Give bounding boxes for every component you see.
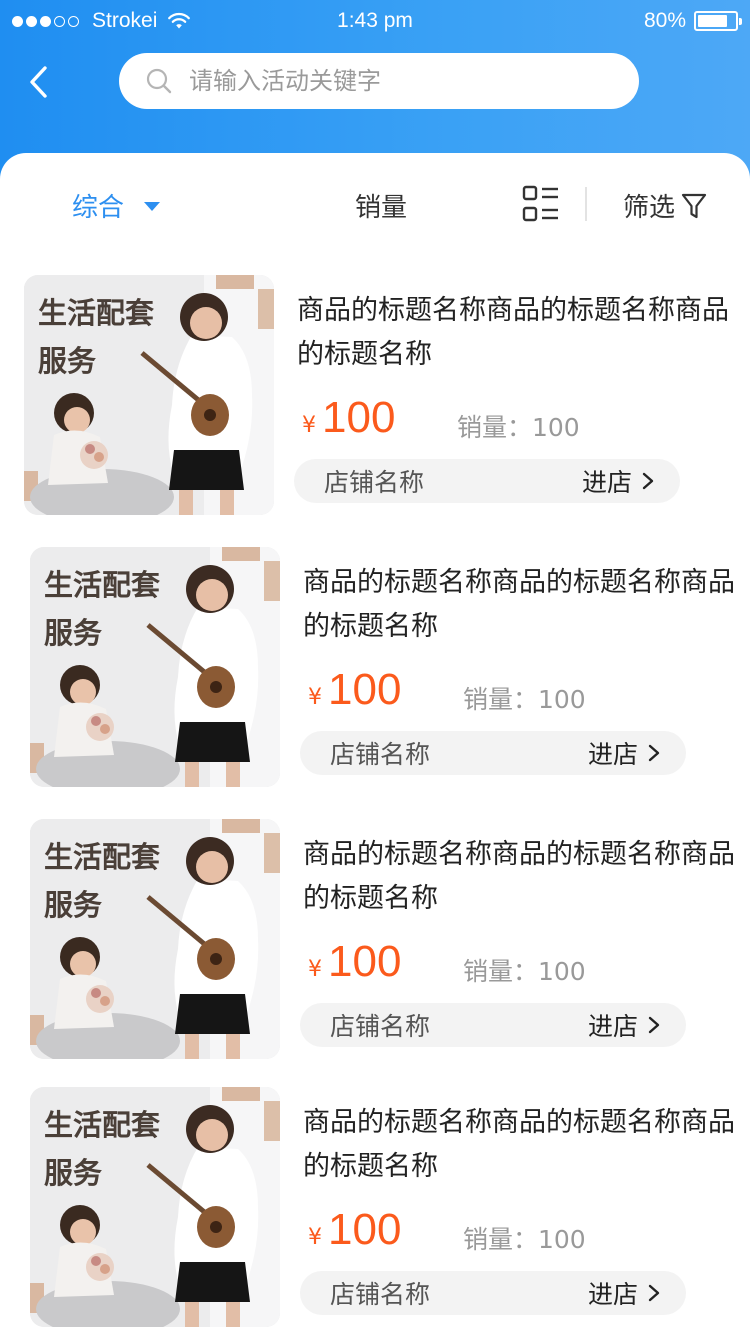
image-caption-line2: 服务 (44, 1156, 103, 1190)
enter-shop-button[interactable]: 进店 (588, 1275, 660, 1311)
filter-bar: 综合 销量 筛选 (0, 153, 750, 257)
sort-comprehensive[interactable]: 综合 (72, 187, 161, 224)
product-card[interactable]: 生活配套 服务 商品的标题名称商品的标题名称商品的标题名称 ¥ 100 销量：1… (24, 275, 744, 515)
image-caption: 生活配套 服务 (44, 1101, 160, 1197)
image-caption-line2: 服务 (44, 616, 103, 650)
product-card[interactable]: 生活配套 服务 商品的标题名称商品的标题名称商品的标题名称 ¥ 100 销量：1… (30, 1087, 750, 1327)
shop-row[interactable]: 店铺名称 进店 (300, 731, 686, 775)
shop-name: 店铺名称 (324, 468, 425, 497)
list-view-toggle-icon[interactable] (522, 185, 560, 223)
chevron-right-icon (648, 1016, 660, 1034)
product-image: 生活配套 服务 (24, 275, 274, 515)
enter-shop-label: 进店 (581, 468, 632, 497)
image-caption-line1: 生活配套 (44, 1108, 161, 1142)
sort-comprehensive-label: 综合 (72, 193, 125, 223)
product-card[interactable]: 生活配套 服务 商品的标题名称商品的标题名称商品的标题名称 ¥ 100 销量：1… (30, 819, 750, 1059)
price-amount: 100 (322, 393, 396, 442)
product-price: ¥ 100 (308, 665, 401, 715)
image-caption-line1: 生活配套 (44, 568, 161, 602)
sort-sales-label: 销量 (355, 193, 408, 223)
currency-symbol: ¥ (308, 685, 322, 710)
image-caption-line1: 生活配套 (44, 840, 161, 874)
image-caption-line2: 服务 (38, 344, 97, 378)
price-amount: 100 (328, 665, 402, 714)
enter-shop-button[interactable]: 进店 (588, 1007, 660, 1043)
image-caption-line1: 生活配套 (38, 296, 155, 330)
image-caption: 生活配套 服务 (38, 289, 154, 385)
product-image: 生活配套 服务 (30, 819, 280, 1059)
filter-label: 筛选 (623, 193, 676, 223)
search-box[interactable] (119, 53, 639, 109)
battery-percent: 80% (643, 9, 686, 32)
chevron-right-icon (648, 744, 660, 762)
status-time: 1:43 pm (337, 9, 413, 32)
battery-icon (694, 11, 742, 31)
image-caption-line2: 服务 (44, 888, 103, 922)
currency-symbol: ¥ (308, 957, 322, 982)
filter-divider (585, 187, 587, 221)
price-amount: 100 (328, 937, 402, 986)
sales-count: 销量：100 (457, 413, 580, 442)
sales-count: 销量：100 (463, 1225, 586, 1254)
product-title[interactable]: 商品的标题名称商品的标题名称商品的标题名称 (303, 561, 743, 649)
caret-down-icon (144, 202, 161, 211)
filter-button[interactable]: 筛选 (623, 187, 707, 224)
product-title[interactable]: 商品的标题名称商品的标题名称商品的标题名称 (303, 833, 743, 921)
enter-shop-button[interactable]: 进店 (588, 735, 660, 771)
enter-shop-label: 进店 (587, 1280, 638, 1309)
enter-shop-button[interactable]: 进店 (582, 463, 654, 499)
sales-count: 销量：100 (463, 957, 586, 986)
shop-row[interactable]: 店铺名称 进店 (300, 1271, 686, 1315)
chevron-right-icon (648, 1284, 660, 1302)
product-title[interactable]: 商品的标题名称商品的标题名称商品的标题名称 (303, 1101, 743, 1189)
product-card[interactable]: 生活配套 服务 商品的标题名称商品的标题名称商品的标题名称 ¥ 100 销量：1… (30, 547, 750, 787)
shop-name: 店铺名称 (330, 740, 431, 769)
shop-name: 店铺名称 (330, 1280, 431, 1309)
funnel-icon (681, 193, 707, 218)
currency-symbol: ¥ (302, 413, 316, 438)
sort-sales[interactable]: 销量 (355, 187, 407, 224)
back-button[interactable] (18, 60, 62, 104)
currency-symbol: ¥ (308, 1225, 322, 1250)
product-image: 生活配套 服务 (30, 547, 280, 787)
shop-row[interactable]: 店铺名称 进店 (300, 1003, 686, 1047)
product-price: ¥ 100 (308, 1205, 401, 1255)
product-image: 生活配套 服务 (30, 1087, 280, 1327)
status-right: 80% (643, 9, 742, 33)
status-bar: Strokei 1:43 pm 80% (0, 0, 750, 42)
enter-shop-label: 进店 (587, 1012, 638, 1041)
chevron-right-icon (642, 472, 654, 490)
enter-shop-label: 进店 (587, 740, 638, 769)
image-caption: 生活配套 服务 (44, 561, 160, 657)
search-input[interactable] (189, 67, 629, 95)
product-price: ¥ 100 (308, 937, 401, 987)
image-caption: 生活配套 服务 (44, 833, 160, 929)
sales-count: 销量：100 (463, 685, 586, 714)
search-icon (146, 68, 172, 94)
shop-name: 店铺名称 (330, 1012, 431, 1041)
price-amount: 100 (328, 1205, 402, 1254)
shop-row[interactable]: 店铺名称 进店 (294, 459, 680, 503)
product-title[interactable]: 商品的标题名称商品的标题名称商品的标题名称 (297, 289, 737, 377)
product-price: ¥ 100 (302, 393, 395, 443)
